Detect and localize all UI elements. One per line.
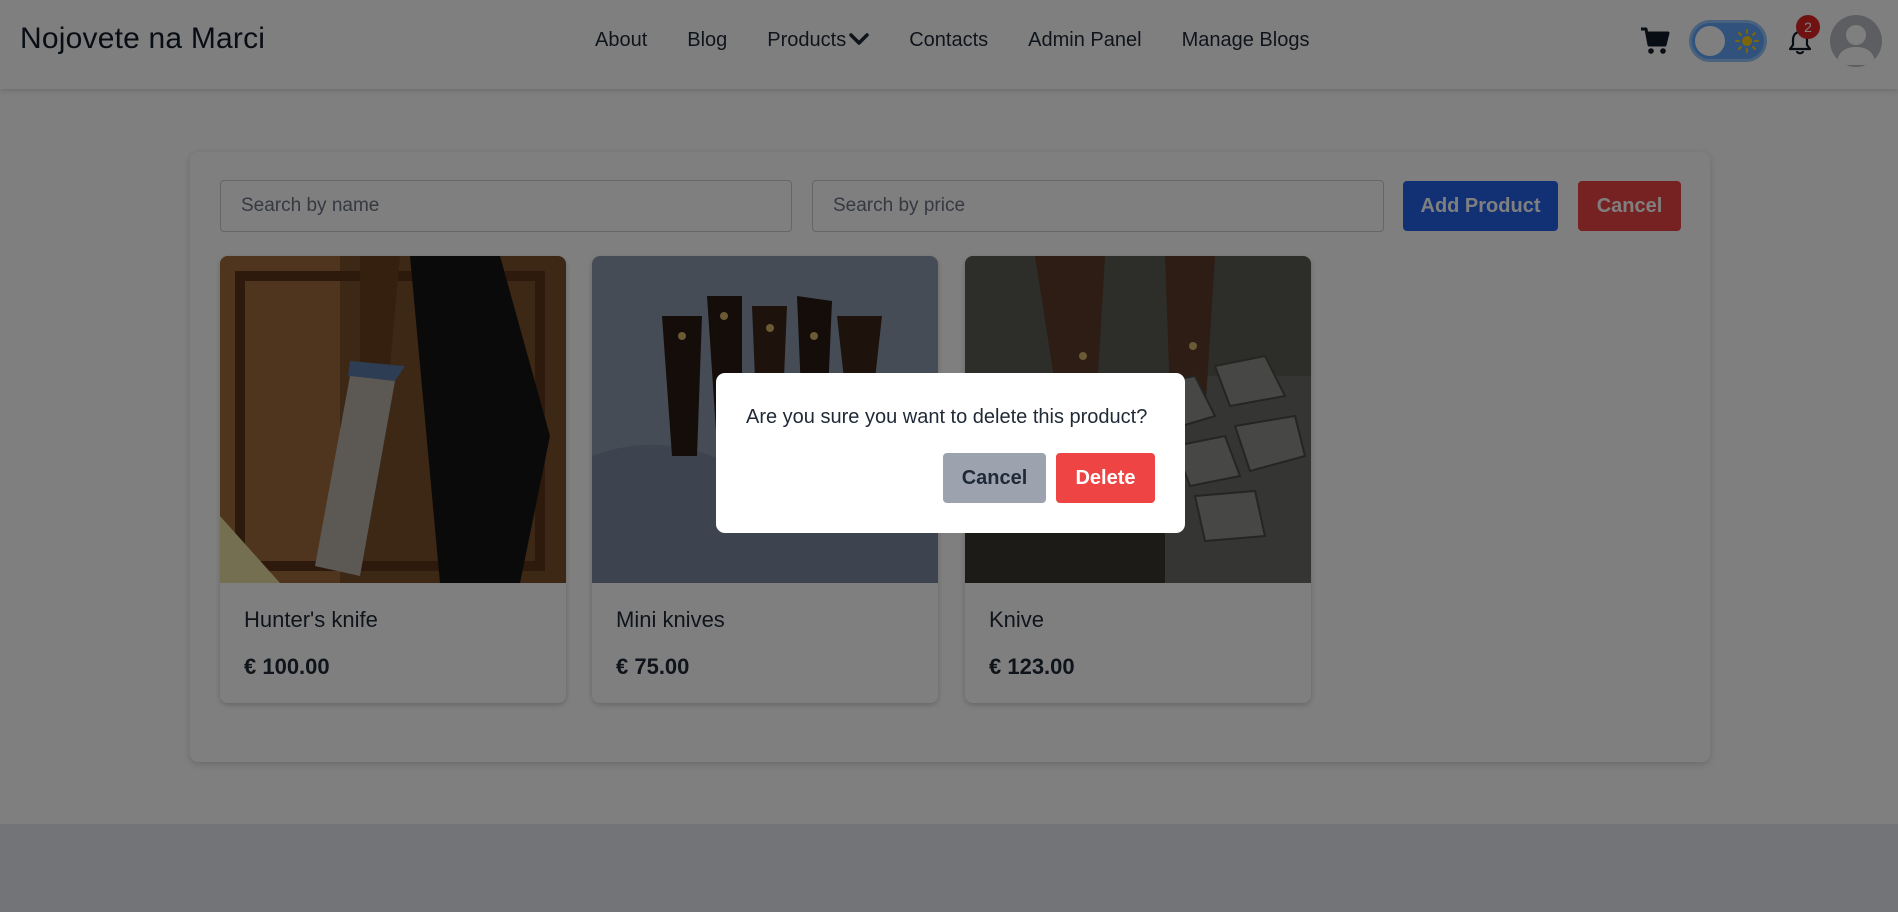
delete-confirm-dialog: Are you sure you want to delete this pro… (716, 373, 1185, 533)
dialog-message: Are you sure you want to delete this pro… (746, 406, 1148, 428)
dialog-delete-button[interactable]: Delete (1056, 453, 1155, 503)
dialog-cancel-button[interactable]: Cancel (943, 453, 1046, 503)
